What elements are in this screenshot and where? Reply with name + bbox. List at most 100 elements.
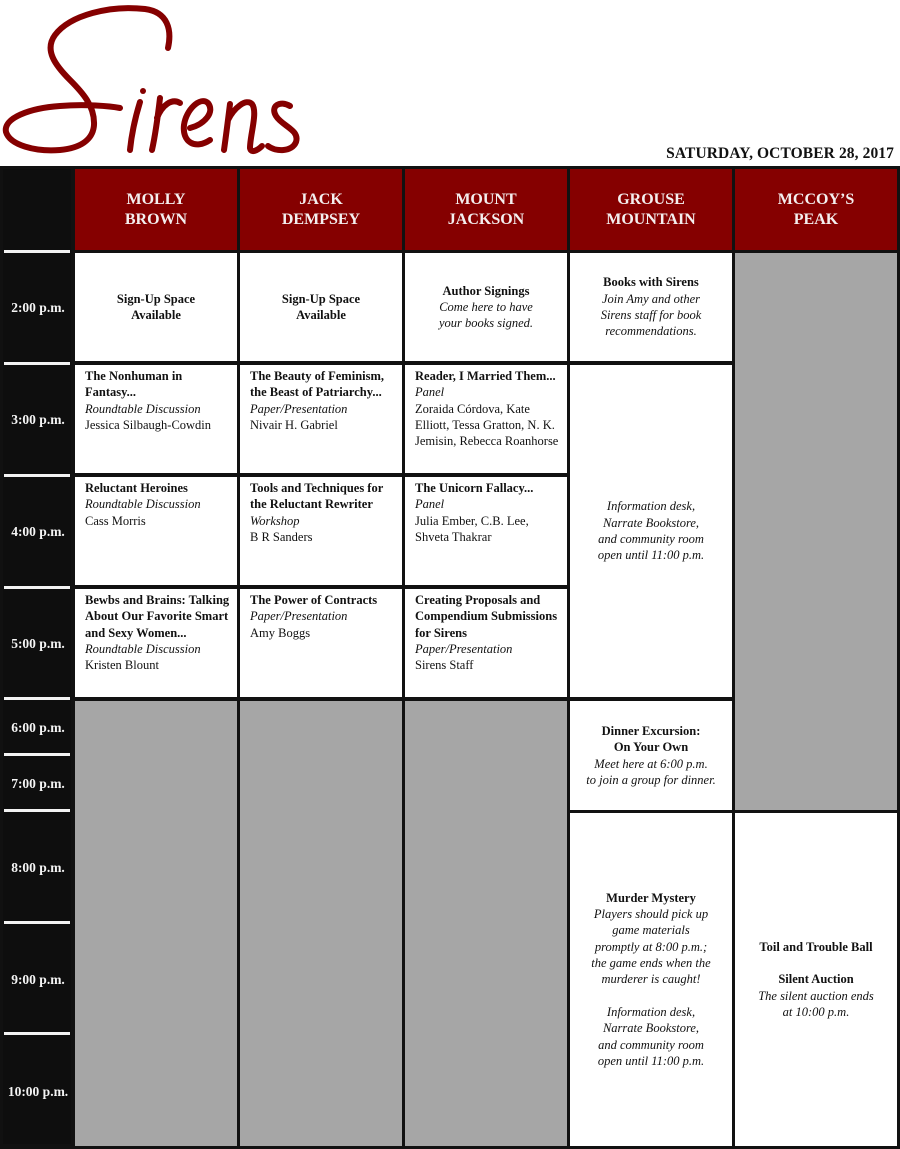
session-type: Workshop	[250, 513, 300, 528]
room-name-line: BROWN	[124, 210, 188, 228]
session-title: Compendium Submissions	[415, 609, 558, 624]
slot-grouse-mountain-3-6pm[interactable]: Information desk, Narrate Bookstore, and…	[570, 365, 732, 697]
time-divider	[4, 809, 70, 812]
slot-molly-brown-2pm[interactable]: Sign-Up Space Available	[75, 253, 237, 361]
slot-description: Join Amy and other	[601, 291, 701, 306]
time-label-4pm: 4:00 p.m.	[11, 524, 65, 539]
slot-description: Sirens staff for book	[600, 308, 702, 322]
room-header-mccoys-peak: MCCOY’S PEAK	[735, 169, 897, 250]
slot-description: Information desk,	[606, 499, 696, 514]
slot-title: On Your Own	[613, 740, 689, 755]
session-presenters: Jemisin, Rebecca Roanhorse	[415, 434, 559, 449]
time-divider	[4, 250, 70, 253]
session-type: Paper/Presentation	[415, 641, 513, 656]
slot-description: Come here to have	[439, 299, 533, 314]
session-type: Roundtable Discussion	[85, 641, 201, 656]
slot-molly-brown-empty-evening	[75, 701, 237, 1146]
room-header-mount-jackson: MOUNT JACKSON	[405, 169, 567, 250]
slot-grouse-mountain-6pm[interactable]: Dinner Excursion: On Your Own Meet here …	[570, 701, 732, 810]
slot-mccoys-peak-8pm[interactable]: Toil and Trouble Ball Silent Auction The…	[735, 813, 897, 1146]
session-type: Panel	[415, 497, 445, 512]
slot-description: your books signed.	[438, 316, 534, 331]
room-name-line: GROUSE	[617, 190, 685, 208]
session-title: the Reluctant Rewriter	[250, 497, 373, 512]
slot-description: open until 11:00 p.m.	[597, 1053, 705, 1068]
time-label-9pm: 9:00 p.m.	[11, 972, 65, 987]
time-divider	[4, 1032, 70, 1035]
schedule-grid: 2:00 p.m. 3:00 p.m. 4:00 p.m. 5:00 p.m. …	[0, 166, 900, 1149]
session-title: and Sexy Women...	[85, 625, 187, 640]
slot-title: Sign-Up Space	[281, 291, 361, 306]
time-divider	[4, 362, 70, 365]
slot-jack-dempsey-empty-evening	[240, 701, 402, 1146]
slot-description: promptly at 8:00 p.m.;	[594, 939, 708, 954]
session-title: The Unicorn Fallacy...	[415, 481, 534, 495]
room-name-line: MOUNT	[455, 190, 517, 208]
room-name-line: MOLLY	[126, 190, 186, 208]
time-divider	[4, 921, 70, 924]
session-title: The Beauty of Feminism,	[250, 369, 385, 383]
slot-grouse-mountain-2pm[interactable]: Books with Sirens Join Amy and other Sir…	[570, 253, 732, 361]
sirens-logo	[2, 5, 300, 155]
slot-mount-jackson-2pm[interactable]: Author Signings Come here to have your b…	[405, 253, 567, 361]
slot-title: Dinner Excursion:	[601, 723, 701, 738]
slot-jack-dempsey-2pm[interactable]: Sign-Up Space Available	[240, 253, 402, 361]
slot-description: The silent auction ends	[758, 988, 874, 1003]
session-title: Reader, I Married Them...	[415, 369, 556, 383]
slot-mount-jackson-4pm[interactable]: The Unicorn Fallacy... Panel Julia Ember…	[405, 477, 567, 585]
session-title: The Nonhuman in	[85, 369, 183, 383]
slot-description: Meet here at 6:00 p.m.	[594, 756, 708, 771]
session-type: Roundtable Discussion	[85, 401, 201, 416]
slot-molly-brown-3pm[interactable]: The Nonhuman in Fantasy... Roundtable Di…	[75, 365, 237, 473]
session-title: Reluctant Heroines	[85, 481, 188, 495]
slot-jack-dempsey-4pm[interactable]: Tools and Techniques for the Reluctant R…	[240, 477, 402, 585]
session-presenters: Zoraida Córdova, Kate	[415, 401, 530, 416]
slot-description: to join a group for dinner.	[586, 772, 716, 787]
session-presenters: Kristen Blount	[85, 658, 159, 673]
slot-molly-brown-5pm[interactable]: Bewbs and Brains: Talking About Our Favo…	[75, 589, 237, 697]
time-label-7pm: 7:00 p.m.	[11, 776, 65, 791]
time-label-2pm: 2:00 p.m.	[11, 300, 65, 315]
slot-molly-brown-4pm[interactable]: Reluctant Heroines Roundtable Discussion…	[75, 477, 237, 585]
session-presenters: Elliott, Tessa Gratton, N. K.	[415, 417, 555, 432]
session-title: the Beast of Patriarchy...	[250, 385, 382, 400]
slot-mount-jackson-5pm[interactable]: Creating Proposals and Compendium Submis…	[405, 589, 567, 697]
slot-jack-dempsey-3pm[interactable]: The Beauty of Feminism, the Beast of Pat…	[240, 365, 402, 473]
session-presenters: B R Sanders	[250, 529, 313, 544]
session-title: Bewbs and Brains: Talking	[85, 593, 230, 607]
session-title: for Sirens	[415, 625, 467, 640]
session-presenters: Shveta Thakrar	[415, 529, 492, 544]
slot-title: Murder Mystery	[606, 890, 696, 905]
session-type: Roundtable Discussion	[85, 497, 201, 512]
time-label-8pm: 8:00 p.m.	[11, 860, 65, 875]
session-title: Tools and Techniques for	[250, 481, 384, 495]
slot-mount-jackson-empty-evening	[405, 701, 567, 1146]
slot-mount-jackson-3pm[interactable]: Reader, I Married Them... Panel Zoraida …	[405, 365, 567, 473]
session-title: About Our Favorite Smart	[85, 609, 229, 624]
session-title: Fantasy...	[85, 385, 137, 400]
room-name-line: JACK	[299, 190, 343, 208]
session-type: Panel	[415, 385, 445, 400]
slot-description: Narrate Bookstore,	[602, 515, 700, 530]
slot-jack-dempsey-5pm[interactable]: The Power of Contracts Paper/Presentatio…	[240, 589, 402, 697]
slot-description: murderer is caught!	[601, 972, 701, 987]
time-divider	[4, 697, 70, 700]
time-divider	[4, 474, 70, 477]
schedule-date: SATURDAY, OCTOBER 28, 2017	[666, 145, 894, 162]
slot-grouse-mountain-8pm[interactable]: Murder Mystery Players should pick up ga…	[570, 813, 732, 1146]
slot-description: recommendations.	[605, 324, 697, 339]
room-header-jack-dempsey: JACK DEMPSEY	[240, 169, 402, 250]
slot-description: open until 11:00 p.m.	[597, 548, 705, 563]
slot-description: and community room	[598, 1037, 704, 1052]
session-presenters: Jessica Silbaugh-Cowdin	[85, 417, 212, 432]
session-presenters: Julia Ember, C.B. Lee,	[415, 513, 529, 528]
room-header-molly-brown: MOLLY BROWN	[75, 169, 237, 250]
session-title: Creating Proposals and	[415, 593, 541, 607]
time-divider	[4, 586, 70, 589]
room-name-line: MOUNTAIN	[606, 210, 696, 228]
slot-title: Available	[296, 308, 346, 322]
slot-description: and community room	[598, 532, 704, 546]
slot-mccoys-peak-empty-2-8pm	[735, 253, 897, 810]
slot-title: Author Signings	[442, 283, 530, 298]
room-name-line: PEAK	[793, 210, 839, 228]
